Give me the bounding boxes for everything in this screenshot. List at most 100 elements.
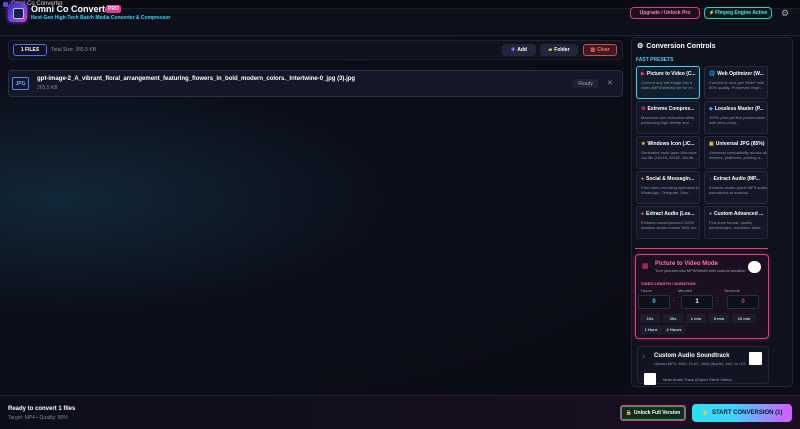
custom-audio-checkbox[interactable] [749, 352, 762, 365]
preset-title: Web Optimizer (W... [717, 71, 764, 77]
trash-icon: ▥ [590, 47, 596, 53]
preset-extract-audio-lossless[interactable]: ● Extract Audio (Los... Extracts uncompre… [636, 206, 700, 239]
pvm-toggle[interactable] [748, 261, 761, 273]
clear-label: Clear [597, 47, 610, 53]
preset-picture-to-video[interactable]: ▶ Picture to Video (C... Convert any stil… [636, 66, 700, 99]
preset-chip-15min[interactable]: 15 min [732, 314, 756, 323]
custom-audio-title: Custom Audio Soundtrack [654, 353, 730, 359]
pro-badge: PRO [106, 5, 121, 13]
preset-social-messaging[interactable]: ● Social & Messagin... Fast video encodin… [636, 171, 700, 204]
preset-title: Social & Messagin... [646, 176, 695, 182]
preset-windows-icon[interactable]: ★ Windows Icon (.IC... Generates multi-la… [636, 136, 700, 169]
preset-title: Universal JPG (85%) [715, 141, 765, 147]
preset-chip-1min[interactable]: 1 min [686, 314, 706, 323]
gear-icon[interactable]: ⚙ [780, 8, 790, 18]
folder-icon: ▰ [548, 47, 553, 53]
remove-file-close-icon[interactable]: ✕ [607, 79, 613, 87]
sliders-icon: ● [709, 211, 713, 217]
preset-desc: 100% pixel-perfect preservation with zer… [709, 115, 766, 125]
file-size: 265.5 KB [37, 85, 58, 91]
custom-audio-desc: Upload MP3, WAV, FLAC, M4A (Apple), AAC … [654, 361, 746, 366]
file-type-badge: JPG [12, 77, 29, 90]
preset-desc: Fine-tune format, quality percentages, r… [709, 220, 764, 230]
file-name: gpt-image-2_A_vibrant_floral_arrangement… [37, 76, 356, 82]
video-length-label: VIDEO LENGTH / DURATION: [641, 281, 697, 286]
preset-title: Custom Advanced ... [714, 211, 764, 217]
folder-button[interactable]: ▰ Folder [540, 44, 578, 56]
seconds-input[interactable]: 0 [727, 295, 759, 309]
preset-custom-advanced[interactable]: ● Custom Advanced ... Fine-tune format, q… [704, 206, 768, 239]
audio-icon: ● [641, 211, 645, 217]
preset-extreme-compression[interactable]: ⚙ Extreme Compres... Maximum size reducti… [636, 101, 700, 134]
diamond-icon: ◆ [709, 106, 713, 112]
fast-presets-label: FAST PRESETS [636, 57, 674, 63]
status-text: Ready to convert 1 files [8, 406, 76, 412]
unlock-label: Unlock Full Version [633, 410, 681, 416]
app-subtitle: Next-Gen High-Tech Batch Media Converter… [31, 15, 171, 21]
ffmpeg-status-button[interactable]: ⚡ Ffmpeg Engine Active [704, 7, 772, 19]
preset-lossless-master[interactable]: ◆ Lossless Master (P... 100% pixel-perfec… [704, 101, 768, 134]
play-icon: ▶ [641, 71, 645, 77]
file-status-badge: Ready [573, 79, 598, 88]
preset-chip-10s[interactable]: 10s [640, 314, 660, 323]
preset-extract-audio-mp3[interactable]: ♪ Extract Audio (MP... Extracts studio-gr… [704, 171, 768, 204]
preset-desc: Convert to next-gen WebP with 80% qualit… [709, 80, 765, 90]
plus-icon: ✚ [511, 47, 516, 53]
preset-title: Extreme Compres... [647, 106, 695, 112]
app-logo [8, 3, 27, 22]
preset-desc: Extracts uncompressed 100% lossless stud… [641, 220, 700, 230]
clear-button[interactable]: ▥ Clear [583, 44, 617, 56]
add-button[interactable]: ✚ Add [502, 44, 536, 56]
preset-chip-1hour[interactable]: 1 Hour [640, 325, 662, 334]
hours-input[interactable]: 0 [638, 295, 670, 309]
unlock-full-version-button[interactable]: 🔒 Unlock Full Version [620, 405, 686, 421]
mute-audio-checkbox[interactable] [644, 373, 656, 385]
music-note-icon: ♪ [642, 354, 645, 360]
minutes-input[interactable]: 1 [681, 295, 713, 309]
conversion-controls-header: ⚙ Conversion Controls [637, 42, 716, 51]
preset-desc: Universal compatibility across all devic… [709, 150, 767, 160]
bolt-icon: ⚡ [701, 410, 709, 417]
start-conversion-button[interactable]: ⚡ START CONVERSION (1) [692, 404, 792, 422]
pvm-title: Picture to Video Mode [655, 261, 718, 267]
music-icon: ♪ [709, 176, 712, 182]
file-row[interactable] [8, 70, 623, 97]
preset-title: Extract Audio (MP... [713, 176, 760, 182]
upgrade-label: Upgrade / Unlock Pro [639, 10, 691, 16]
preset-chip-30s[interactable]: 30s [663, 314, 683, 323]
start-label: START CONVERSION (1) [711, 410, 783, 416]
preset-desc: Extracts studio-grade MP3 audio soundtra… [709, 185, 768, 195]
minutes-label: Minutes [678, 288, 693, 293]
film-icon: ▦ [642, 263, 649, 270]
upgrade-button[interactable]: Upgrade / Unlock Pro [630, 7, 700, 19]
section-divider [635, 248, 768, 249]
mute-audio-label: Mute Audio Track (Export Silent Video) [663, 377, 732, 382]
preset-desc: Convert any still image into a video (MP… [641, 80, 697, 90]
preset-web-optimizer[interactable]: 🌐 Web Optimizer (W... Convert to next-gen… [704, 66, 768, 99]
star-icon: ★ [641, 141, 646, 147]
compress-icon: ⚙ [641, 106, 646, 112]
lock-icon: 🔒 [625, 410, 632, 416]
target-text: Target: MP4 • Quality: 80% [8, 415, 68, 421]
globe-icon: 🌐 [709, 71, 716, 77]
add-label: Add [517, 47, 527, 53]
preset-chip-5min[interactable]: 5 min [709, 314, 729, 323]
preset-title: Picture to Video (C... [646, 71, 696, 77]
preset-desc: Fast video encoding optimized for WhatsA… [641, 185, 700, 195]
preset-title: Lossless Master (P... [714, 106, 764, 112]
seconds-label: Seconds [724, 288, 740, 293]
time-colon: : [717, 297, 719, 303]
ffmpeg-label: Ffmpeg Engine Active [714, 10, 768, 16]
preset-title: Windows Icon (.IC... [647, 141, 695, 147]
chat-icon: ● [641, 176, 645, 182]
image-icon: ▣ [709, 141, 714, 147]
settings-gear-icon: ⚙ [637, 43, 644, 50]
preset-universal-jpg[interactable]: ▣ Universal JPG (85%) Universal compatibi… [704, 136, 768, 169]
pvm-desc: Turn pictures into MP4/WebM with custom … [655, 268, 746, 273]
total-size: Total Size: 265.5 KB [51, 47, 97, 53]
preset-chip-2hours[interactable]: 2 Hours [663, 325, 685, 334]
preset-desc: Generates multi-layer Windows .ico file … [641, 150, 699, 160]
time-colon: : [673, 297, 675, 303]
preset-title: Extract Audio (Los... [646, 211, 695, 217]
hours-label: Hours [641, 288, 652, 293]
